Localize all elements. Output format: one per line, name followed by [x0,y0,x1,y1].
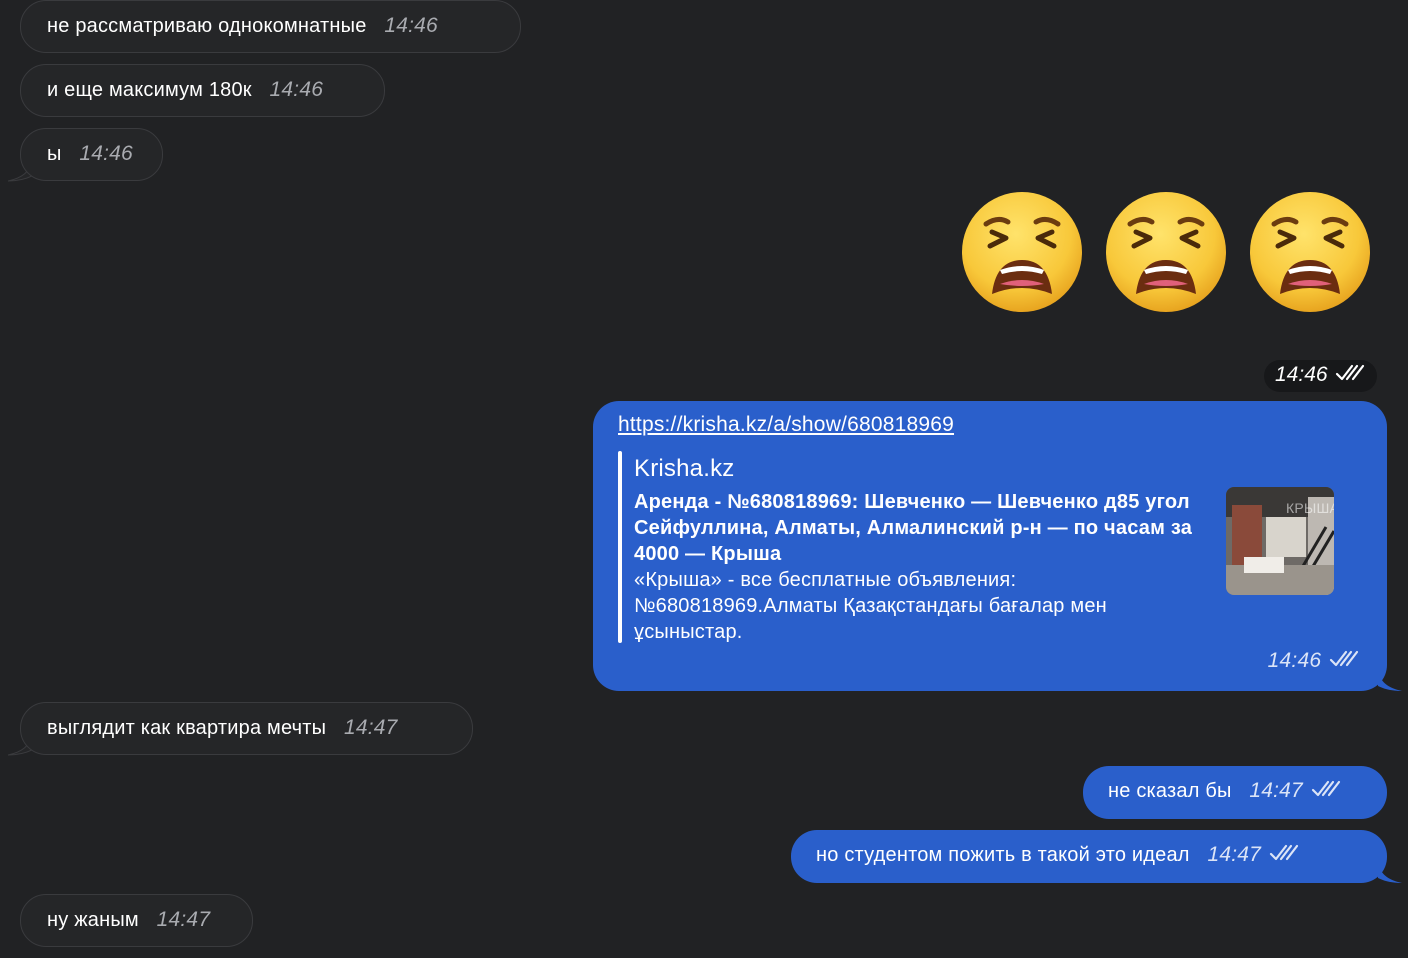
preview-title: Аренда - №680818969: Шевченко — Шевченко… [634,491,1193,565]
sticker-time-badge: 14:46 [1264,360,1377,392]
double-check-icon [1329,650,1359,667]
incoming-message[interactable]: выглядит как квартира мечты 14:47 [20,702,473,755]
weary-face-emoji-icon [1250,192,1370,312]
outgoing-message[interactable]: но студентом пожить в такой это идеал 14… [791,830,1387,883]
message-text: выглядит как квартира мечты [47,717,327,739]
message-link[interactable]: https://krisha.kz/a/show/680818969 [618,413,954,437]
emoji-message[interactable] [960,190,1380,316]
weary-face-emoji-icon [962,192,1082,312]
message-text: но студентом пожить в такой это идеал [816,844,1190,866]
message-time: 14:47 [156,908,211,931]
message-time: 14:47 [1207,843,1261,866]
message-text: ну жаным [47,909,139,931]
incoming-message[interactable]: ы 14:46 [20,128,163,181]
message-text: и еще максимум 180к [47,79,252,101]
message-time: 14:46 [79,142,133,165]
double-check-icon [1269,844,1298,861]
double-check-icon [1336,364,1365,381]
message-text: ы [47,143,62,165]
outgoing-link-message[interactable]: https://krisha.kz/a/show/680818969 Krish… [593,401,1387,691]
message-time: 14:46 [1267,649,1322,672]
message-time: 14:46 [384,14,438,37]
message-meta: 14:46 [1268,649,1359,673]
message-time: 14:47 [1249,779,1303,802]
preview-description: «Крыша» - все бесплатные объявления: №68… [634,569,1107,643]
chat-history: не рассматриваю однокомнатные 14:46 и ещ… [0,0,1408,958]
svg-text:КРЫША: КРЫША [1286,500,1334,516]
preview-site-name: Krisha.kz [634,455,735,482]
message-text: не сказал бы [1108,780,1232,802]
link-preview[interactable]: Krisha.kz Аренда - №680818969: Шевченко … [618,451,1348,643]
incoming-message[interactable]: не рассматриваю однокомнатные 14:46 [20,0,521,53]
preview-accent-bar [618,451,622,643]
preview-thumbnail-image[interactable]: КРЫША [1226,487,1334,595]
message-text: не рассматриваю однокомнатные [47,15,367,37]
message-time: 14:46 [1275,363,1328,386]
incoming-message[interactable]: и еще максимум 180к 14:46 [20,64,385,117]
double-check-icon [1311,780,1340,797]
weary-face-emoji-icon [1106,192,1226,312]
outgoing-message[interactable]: не сказал бы 14:47 [1083,766,1387,819]
message-time: 14:47 [343,716,398,739]
incoming-message[interactable]: ну жаным 14:47 [20,894,253,947]
message-time: 14:46 [269,78,324,101]
